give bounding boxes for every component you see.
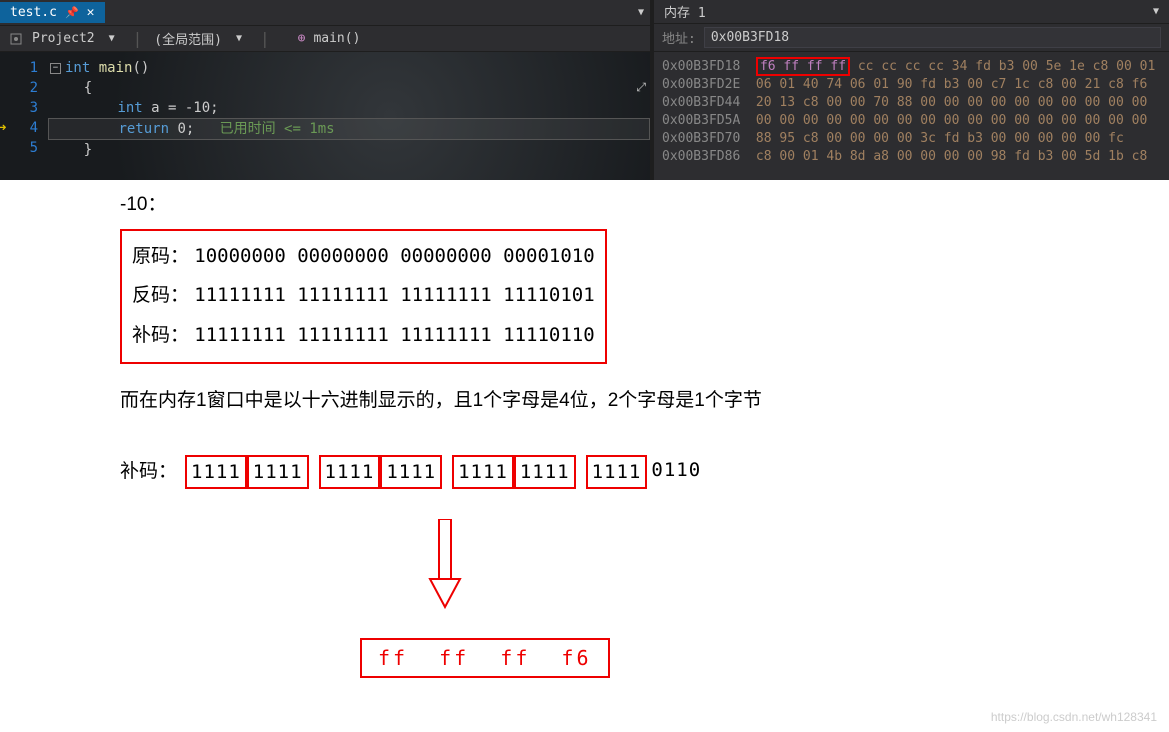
complement-code-row: 补码： 11111111 11111111 11111111 11110110 bbox=[132, 316, 595, 356]
memory-panel-dropdown-icon[interactable]: ▼ bbox=[1153, 6, 1159, 17]
memory-title-bar: 内存 1 ▼ bbox=[654, 0, 1169, 24]
nibble: 1111 bbox=[319, 455, 381, 490]
nibble-last: 0110 bbox=[647, 455, 705, 490]
memory-row: 0x00B3FD86 c8 00 01 4b 8d a8 00 00 00 00… bbox=[662, 148, 1161, 166]
code-line: −int main() bbox=[50, 58, 650, 78]
function-name[interactable]: main() bbox=[313, 31, 360, 46]
code-line: { bbox=[50, 78, 650, 98]
nibble: 1111 bbox=[185, 455, 247, 490]
nibble: 1111 bbox=[380, 455, 442, 490]
close-icon[interactable]: ✕ bbox=[87, 5, 95, 20]
nibble: 1111 bbox=[452, 455, 514, 490]
line-number: 1 bbox=[0, 58, 38, 78]
scope-selector[interactable]: (全局范围) bbox=[154, 29, 222, 48]
toolbar: Project2 ▼ | (全局范围) ▼ | ⊕ main() bbox=[0, 26, 650, 52]
nibble: 1111 bbox=[514, 455, 576, 490]
code-editor[interactable]: ⤢ ➜ 1 2 3 4 5 −int main() { int a = -10;… bbox=[0, 52, 650, 180]
memory-highlight: f6 ff ff ff bbox=[756, 57, 850, 76]
nibble-row: 补码： 1111 1111 1111 1111 1111 1111 1111 0… bbox=[120, 455, 1049, 490]
memory-dump[interactable]: 0x00B3FD18 f6 ff ff ff cc cc cc cc 34 fd… bbox=[654, 52, 1169, 172]
project-dropdown-icon[interactable]: ▼ bbox=[103, 33, 121, 44]
line-number: 3 bbox=[0, 98, 38, 118]
hex-bytes-box: ff ff ff f6 bbox=[360, 638, 610, 678]
address-input[interactable] bbox=[704, 27, 1161, 48]
function-icon: ⊕ bbox=[298, 31, 306, 46]
tab-bar: test.c 📌 ✕ ▼ bbox=[0, 0, 650, 26]
memory-row: 0x00B3FD44 20 13 c8 00 00 70 88 00 00 00… bbox=[662, 94, 1161, 112]
memory-address-bar: 地址: bbox=[654, 24, 1169, 52]
memory-row: 0x00B3FD70 88 95 c8 00 00 00 00 3c fd b3… bbox=[662, 130, 1161, 148]
memory-row: 0x00B3FD18 f6 ff ff ff cc cc cc cc 34 fd… bbox=[662, 58, 1161, 76]
code-line-current: return 0; 已用时间 <= 1ms bbox=[48, 118, 650, 140]
memory-title: 内存 1 bbox=[664, 2, 706, 21]
inverse-code-row: 反码： 11111111 11111111 11111111 11110101 bbox=[132, 276, 595, 316]
nibble-label: 补码： bbox=[120, 459, 177, 486]
tab-dropdown-icon[interactable]: ▼ bbox=[632, 7, 650, 18]
arrow-down-icon bbox=[420, 519, 1049, 618]
project-name[interactable]: Project2 bbox=[32, 31, 95, 46]
fold-icon[interactable]: − bbox=[50, 63, 61, 74]
code-panel: test.c 📌 ✕ ▼ Project2 ▼ | (全局范围) ▼ | ⊕ m… bbox=[0, 0, 650, 180]
memory-row: 0x00B3FD5A 00 00 00 00 00 00 00 00 00 00… bbox=[662, 112, 1161, 130]
hex-result: ff ff ff f6 bbox=[360, 638, 1049, 678]
hex-explanation-text: 而在内存1窗口中是以十六进制显示的，且1个字母是4位，2个字母是1个字节 bbox=[120, 388, 1049, 415]
code-line: int a = -10; bbox=[50, 98, 650, 118]
code-content[interactable]: −int main() { int a = -10; return 0; 已用时… bbox=[50, 52, 650, 180]
nav-back-icon[interactable] bbox=[8, 31, 24, 47]
file-tab[interactable]: test.c 📌 ✕ bbox=[0, 2, 105, 23]
line-gutter: ➜ 1 2 3 4 5 bbox=[0, 52, 50, 180]
nibble: 1111 bbox=[586, 455, 648, 490]
memory-panel: 内存 1 ▼ 地址: 0x00B3FD18 f6 ff ff ff cc cc … bbox=[654, 0, 1169, 180]
line-number: 2 bbox=[0, 78, 38, 98]
code-line: } bbox=[50, 140, 650, 160]
memory-row: 0x00B3FD2E 06 01 40 74 06 01 90 fd b3 00… bbox=[662, 76, 1161, 94]
watermark: https://blog.csdn.net/wh128341 bbox=[991, 710, 1157, 724]
line-number: 5 bbox=[0, 138, 38, 158]
tab-filename: test.c bbox=[10, 5, 57, 20]
original-code-row: 原码： 10000000 00000000 00000000 00001010 bbox=[132, 237, 595, 277]
breakpoint-arrow-icon[interactable]: ➜ bbox=[0, 118, 6, 138]
binary-codes-box: 原码： 10000000 00000000 00000000 00001010 … bbox=[120, 229, 607, 365]
pin-icon[interactable]: 📌 bbox=[65, 6, 79, 19]
address-label: 地址: bbox=[662, 28, 696, 47]
scope-dropdown-icon[interactable]: ▼ bbox=[230, 33, 248, 44]
nibble: 1111 bbox=[247, 455, 309, 490]
maximize-icon[interactable]: ⤢ bbox=[636, 80, 646, 95]
number-title: -10： bbox=[120, 192, 1049, 219]
explanation: -10： 原码： 10000000 00000000 00000000 0000… bbox=[0, 180, 1169, 678]
ide-container: test.c 📌 ✕ ▼ Project2 ▼ | (全局范围) ▼ | ⊕ m… bbox=[0, 0, 1169, 180]
